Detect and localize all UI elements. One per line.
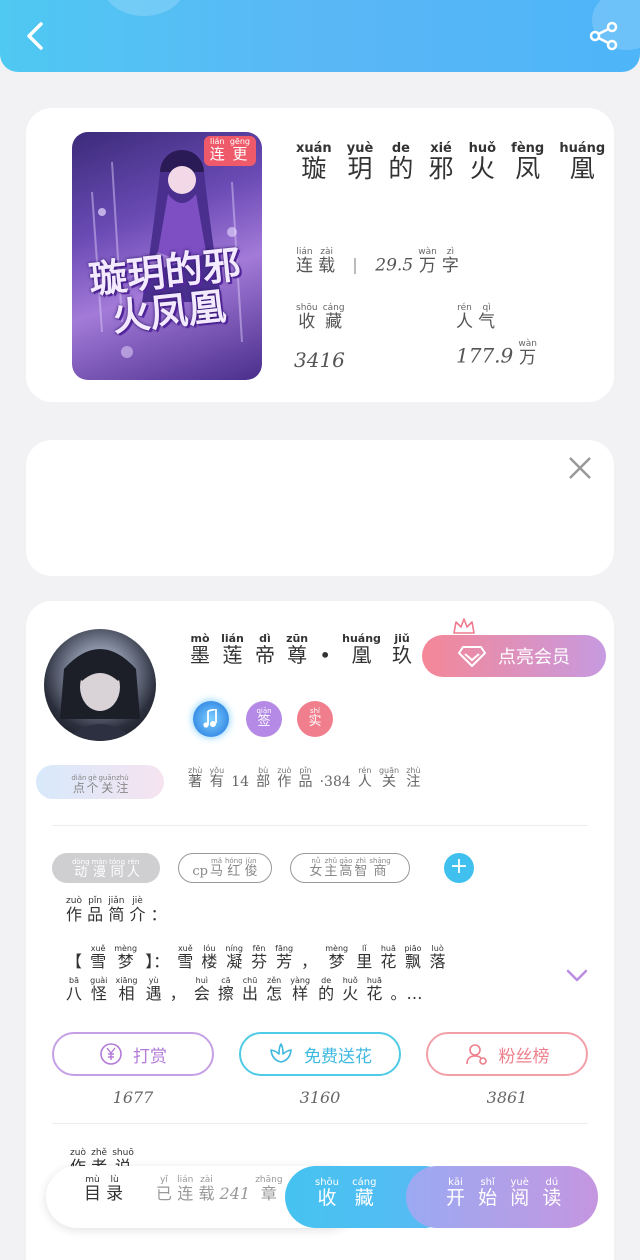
author-avatar[interactable]: [44, 629, 156, 741]
author-card: mò墨 lián莲 dì帝 zūn尊 • huáng凰 jiǔ玖 … 点亮会员 …: [26, 601, 614, 1260]
follow-button[interactable]: diǎn 点 gè 个 guān 关 zhù 注: [36, 765, 164, 799]
add-tag-button[interactable]: +: [444, 853, 474, 883]
flower-count: 3160: [299, 1088, 341, 1107]
free-flower-label: 免费送花: [304, 1046, 372, 1067]
popularity-label: rén 人 qì 气: [456, 303, 496, 332]
status-label: lián 连: [296, 247, 313, 276]
free-flower-button[interactable]: 免费送花: [239, 1032, 401, 1076]
favorite-label: shōu 收 cáng 藏: [315, 1177, 377, 1209]
avatar-illustration: [60, 649, 140, 741]
flower-icon: [270, 1043, 292, 1063]
top-nav-bar: [0, 0, 640, 72]
tip-label: 打赏: [133, 1046, 167, 1067]
music-badge[interactable]: [193, 701, 229, 737]
intro-heading: zuò 作 pǐn 品 jiǎn 简 jiè 介 ：: [66, 896, 167, 924]
popularity-count: 177.9 wàn 万: [456, 339, 537, 368]
tag-cp[interactable]: cp mǎ 马 hóng 红 jùn 俊: [178, 853, 272, 883]
share-button[interactable]: [588, 20, 620, 52]
decor-bubble: [104, 0, 184, 16]
back-button[interactable]: [18, 18, 54, 54]
section-divider: [52, 1123, 588, 1124]
catalog-button[interactable]: mù 目 lù 录: [84, 1176, 123, 1204]
crown-icon: [453, 618, 475, 634]
verified-badge[interactable]: shí 实: [297, 701, 333, 737]
favorites-label: shōu 收 cáng 藏: [296, 303, 345, 332]
signed-author-badge[interactable]: qiān 签: [246, 701, 282, 737]
ad-banner-card: [26, 440, 614, 576]
word-count: 29.5: [375, 255, 414, 276]
activate-vip-button[interactable]: 点亮会员: [422, 635, 606, 677]
book-info-card: 璇玥的邪火凤凰 lián 连 gēng 更 xuán 璇 yuè 玥 de 的 xié 邪 …: [26, 108, 614, 402]
vip-button-label: 点亮会员: [498, 647, 570, 668]
start-reading-label: kāi 开 shǐ 始 yuè 阅 dú 读: [446, 1177, 562, 1209]
fan-ranking-button[interactable]: 粉丝榜: [426, 1032, 588, 1076]
fan-count: 3861: [486, 1088, 528, 1107]
yen-coin-icon: [100, 1043, 122, 1065]
divider-bar: [354, 257, 357, 274]
chapter-count: yǐ 已 lián 连 zài 载 241 zhāng 章: [156, 1175, 283, 1203]
user-rank-icon: [465, 1044, 487, 1065]
tip-count: 1677: [112, 1088, 154, 1107]
start-reading-button[interactable]: kāi 开 shǐ 始 yuè 阅 dú 读: [406, 1166, 598, 1228]
tip-button[interactable]: 打赏: [52, 1032, 214, 1076]
tag-smart-heroine[interactable]: nǚ 女 zhǔ 主 gāo 高 zhì 智 shāng 商: [290, 853, 410, 883]
author-name[interactable]: mò墨 lián莲 dì帝 zūn尊 • huáng凰 jiǔ玖 …: [190, 633, 449, 666]
ad-close-button[interactable]: [566, 454, 594, 482]
plus-icon: +: [449, 854, 469, 879]
intro-text-line: 【 xuě 雪 mèng 梦 】： xuě 雪 lóu 楼 níng 凝 fēn 芬 fān…: [66, 944, 446, 971]
share-icon: [589, 21, 618, 51]
bottom-action-bar: mù 目 lù 录 yǐ 已 lián 连 zài 载 241 zhāng 章 shōu 收 …: [46, 1166, 598, 1228]
serial-tag: lián 连 gēng 更: [203, 136, 256, 166]
section-divider: [52, 825, 588, 826]
music-note-icon: [203, 709, 217, 728]
tag-anime-fanfic[interactable]: dòng 动 màn 漫 tóng 同 rén 人: [52, 853, 160, 883]
book-title: xuán 璇 yuè 玥 de 的 xié 邪 huǒ 火 fèng 凤 huáng 凰: [296, 141, 606, 183]
intro-text-line: bā 八 guài 怪 xiāng 相 yù 遇 ， huì 会 cā 擦 chū 出 zěn…: [66, 976, 423, 1003]
works-and-followers: zhù 著 yǒu 有 14 bù 部 zuò 作 pǐn 品 ·384 rén 人 guā…: [188, 766, 421, 790]
chevron-left-icon: [27, 22, 43, 50]
expand-intro-chevron-icon[interactable]: [566, 969, 588, 983]
diamond-icon: [458, 646, 486, 667]
status-and-wordcount: lián 连 zài 载 29.5 wàn 万 zì 字: [296, 247, 459, 276]
favorites-count: 3416: [294, 348, 345, 372]
book-cover-image[interactable]: 璇玥的邪火凤凰 lián 连 gēng 更: [72, 132, 262, 380]
fan-ranking-label: 粉丝榜: [498, 1046, 550, 1067]
close-icon: [569, 457, 591, 479]
